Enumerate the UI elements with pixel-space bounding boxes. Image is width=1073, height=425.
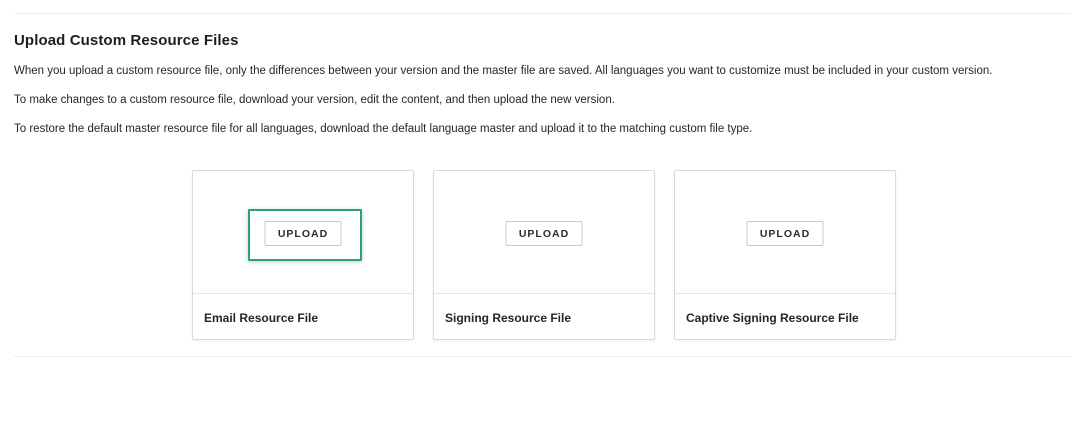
- upload-signing-resource-button[interactable]: UPLOAD: [505, 221, 583, 246]
- card-label: Captive Signing Resource File: [686, 311, 859, 325]
- upload-area: UPLOAD: [675, 171, 895, 294]
- description-paragraph: To restore the default master resource f…: [14, 123, 753, 135]
- email-resource-file-card: UPLOAD Email Resource File: [192, 170, 414, 340]
- card-label: Signing Resource File: [445, 311, 572, 325]
- signing-resource-file-card: UPLOAD Signing Resource File: [433, 170, 655, 340]
- resource-file-cards: UPLOAD Email Resource File UPLOAD Signin…: [192, 170, 896, 340]
- upload-captive-signing-resource-button[interactable]: UPLOAD: [746, 221, 824, 246]
- upload-area: UPLOAD: [434, 171, 654, 294]
- captive-signing-resource-file-card: UPLOAD Captive Signing Resource File: [674, 170, 896, 340]
- card-label: Email Resource File: [204, 311, 319, 325]
- bottom-divider: [14, 356, 1071, 357]
- description-paragraph: When you upload a custom resource file, …: [14, 65, 993, 77]
- top-divider: [14, 13, 1071, 14]
- upload-area: UPLOAD: [193, 171, 413, 294]
- description-paragraph: To make changes to a custom resource fil…: [14, 94, 615, 106]
- upload-resource-files-page: Upload Custom Resource Files When you up…: [0, 0, 1073, 425]
- upload-email-resource-button[interactable]: UPLOAD: [264, 221, 342, 246]
- section-title: Upload Custom Resource Files: [14, 32, 239, 49]
